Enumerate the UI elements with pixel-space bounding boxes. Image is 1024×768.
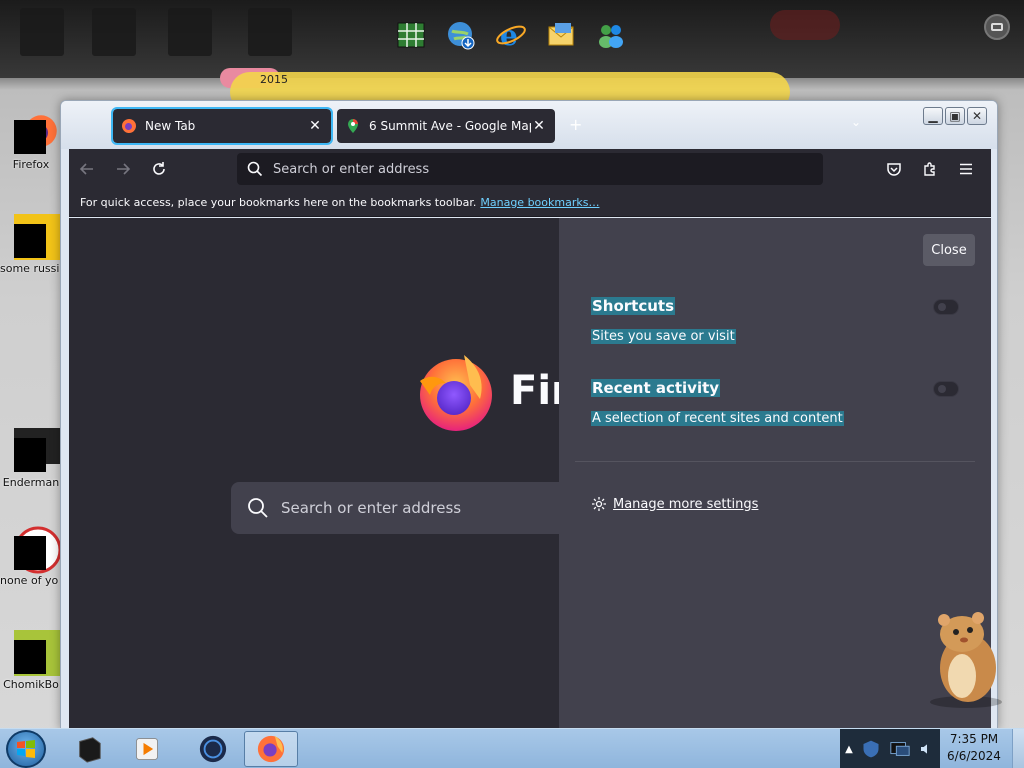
manage-more-settings-link[interactable]: Manage more settings xyxy=(591,496,758,512)
arrow-left-icon xyxy=(79,163,93,175)
taskbar-clock[interactable]: 7:35 PM 6/6/2024 xyxy=(942,731,1006,765)
close-tab-icon[interactable]: ✕ xyxy=(307,118,323,134)
bookmarks-toolbar: For quick access, place your bookmarks h… xyxy=(69,189,991,217)
taskbar-globe-button[interactable] xyxy=(186,731,240,767)
shortcuts-setting-description: Sites you save or visit xyxy=(591,329,736,344)
top-dock: e xyxy=(392,16,630,54)
show-desktop-button[interactable] xyxy=(1012,729,1024,768)
volume-icon[interactable] xyxy=(919,741,935,757)
recent-activity-setting-description: A selection of recent sites and content xyxy=(591,411,844,426)
close-button[interactable]: Close xyxy=(923,234,975,266)
search-icon xyxy=(247,161,263,177)
desktop-folder-icon[interactable] xyxy=(168,8,212,56)
maximize-button[interactable]: ▣ xyxy=(945,107,965,125)
recent-activity-setting-title: Recent activity xyxy=(591,379,721,397)
pocket-icon xyxy=(887,163,901,176)
puzzle-piece-icon xyxy=(924,162,935,176)
tray-expand-icon[interactable]: ▲ xyxy=(845,744,853,755)
close-window-button[interactable]: ✕ xyxy=(967,107,987,125)
messenger-icon[interactable] xyxy=(592,16,630,54)
tab-strip: New Tab ✕ 6 Summit Ave - Google Maps ✕ +… xyxy=(61,101,997,149)
taskbar-app-button[interactable] xyxy=(62,731,116,767)
back-button[interactable] xyxy=(69,153,105,185)
arrow-right-icon xyxy=(117,163,131,175)
desktop-folder-icon[interactable] xyxy=(248,8,292,56)
taskbar-firefox-button[interactable] xyxy=(244,731,298,767)
firefox-icon xyxy=(121,118,137,134)
desktop-shortcut-chomikbox[interactable]: ChomikBo xyxy=(0,630,62,692)
desktop-shortcut[interactable]: none of yo retards kn xyxy=(0,526,62,588)
tab-new-tab[interactable]: New Tab ✕ xyxy=(111,107,333,145)
address-bar[interactable] xyxy=(237,153,823,185)
windows-logo-icon xyxy=(17,740,35,758)
manage-bookmarks-link[interactable]: Manage bookmarks… xyxy=(480,196,599,209)
tab-google-maps[interactable]: 6 Summit Ave - Google Maps ✕ xyxy=(337,109,555,143)
hamburger-menu-icon xyxy=(960,163,972,175)
taskbar: ▲ 7:35 PM 6/6/2024 xyxy=(0,728,1024,768)
clock-time: 7:35 PM xyxy=(949,732,999,746)
firefox-logo-icon xyxy=(420,355,492,431)
desktop-folder-label: 2015 xyxy=(260,73,288,86)
firefox-icon xyxy=(14,110,62,158)
desktop-shortcut-firefox[interactable]: Firefox xyxy=(0,110,62,172)
reload-icon xyxy=(153,162,165,175)
pocket-button[interactable] xyxy=(877,153,911,185)
spreadsheet-icon[interactable] xyxy=(392,16,430,54)
desktop-shortcut-enderman[interactable]: Enderman xyxy=(0,428,62,490)
desktop-folder-icon[interactable] xyxy=(92,8,136,56)
new-tab-page: Fir Close Shortcuts Sites you save or vi… xyxy=(69,218,991,729)
globe-icon xyxy=(199,735,227,763)
firefox-window: New Tab ✕ 6 Summit Ave - Google Maps ✕ +… xyxy=(60,100,998,730)
notification-tray: ▲ xyxy=(840,729,940,768)
list-all-tabs-button[interactable]: ⌄ xyxy=(851,115,861,129)
shortcuts-toggle[interactable] xyxy=(933,299,959,315)
globe-download-icon[interactable] xyxy=(442,16,480,54)
wallpaper-shape xyxy=(770,10,840,40)
extensions-button[interactable] xyxy=(913,153,947,185)
navigation-toolbar xyxy=(69,149,991,189)
svg-text:e: e xyxy=(500,19,518,51)
close-tab-icon[interactable]: ✕ xyxy=(531,118,547,134)
window-controls: ▁ ▣ ✕ xyxy=(923,107,987,125)
newtab-search-input[interactable] xyxy=(281,499,541,517)
shortcuts-setting-title: Shortcuts xyxy=(591,297,676,315)
start-button[interactable] xyxy=(6,730,46,768)
newtab-search-box[interactable] xyxy=(231,482,571,534)
shield-icon[interactable] xyxy=(861,739,881,759)
forward-button[interactable] xyxy=(105,153,141,185)
app-icon xyxy=(14,428,62,476)
toolbar-right xyxy=(877,153,983,185)
url-input[interactable] xyxy=(273,161,793,177)
taskbar-media-player-button[interactable] xyxy=(120,731,174,767)
panel-divider xyxy=(575,461,975,462)
search-icon xyxy=(248,498,268,518)
mail-icon[interactable] xyxy=(542,16,580,54)
dark-box-icon xyxy=(79,737,101,763)
hamster-mascot-icon xyxy=(930,612,1002,708)
google-maps-icon xyxy=(345,118,361,134)
reload-button[interactable] xyxy=(141,153,177,185)
new-tab-button[interactable]: + xyxy=(569,115,582,134)
gear-icon xyxy=(592,497,606,511)
app-icon xyxy=(14,526,62,574)
firefox-icon xyxy=(257,735,285,763)
clock-date: 6/6/2024 xyxy=(947,749,1001,763)
app-menu-button[interactable] xyxy=(949,153,983,185)
document-icon xyxy=(14,214,62,262)
desktop-shortcut[interactable]: some russi ran a rat xyxy=(0,214,62,276)
desktop-folder-icon[interactable] xyxy=(20,8,64,56)
media-player-icon xyxy=(136,738,158,760)
tray-toggle-button[interactable] xyxy=(984,14,1010,40)
recent-activity-toggle[interactable] xyxy=(933,381,959,397)
hamster-icon xyxy=(14,630,62,678)
minimize-button[interactable]: ▁ xyxy=(923,107,943,125)
internet-explorer-icon[interactable]: e xyxy=(492,16,530,54)
network-icon[interactable] xyxy=(889,738,911,760)
bookmarks-hint-text: For quick access, place your bookmarks h… xyxy=(80,196,477,209)
